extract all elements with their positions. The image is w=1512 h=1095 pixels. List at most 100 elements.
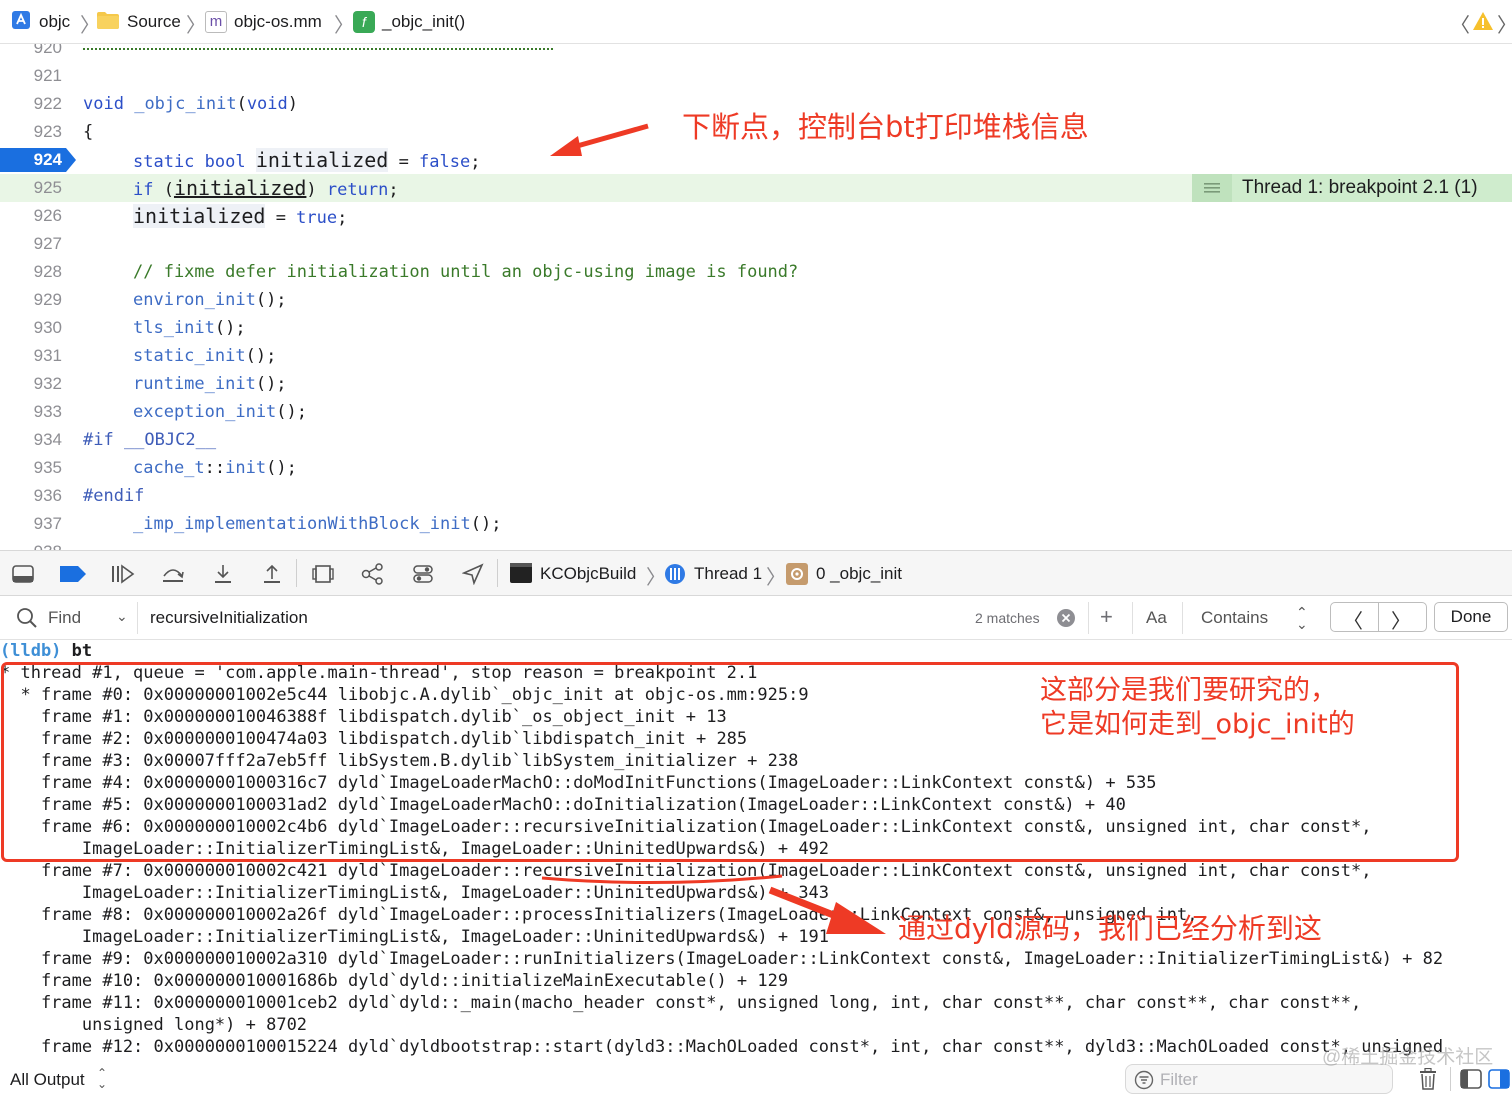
annotation-box-note-1: 这部分是我们要研究的， (1040, 675, 1337, 706)
source-editor[interactable]: 920 921 922 void _objc_init(void) 923 { … (0, 44, 1512, 550)
annotation-dyld-note: 通过dyld源码，我们已经分析到这 (898, 912, 1322, 945)
line-number: 937 (33, 514, 62, 533)
code-text: environ_init(); (133, 290, 287, 310)
function-icon: f (353, 11, 375, 33)
simulate-location-icon[interactable] (460, 561, 486, 587)
view-hierarchy-icon[interactable] (310, 561, 336, 587)
annotation-arrow (540, 866, 890, 951)
show-variables-icon[interactable] (1460, 1068, 1482, 1095)
updown-chevron-icon[interactable]: ⌃ ⌄ (1296, 605, 1308, 631)
code-line: 933 exception_init(); (0, 398, 1512, 426)
filter-placeholder: Filter (1160, 1070, 1198, 1089)
find-bar: Find ⌄ recursiveInitialization 2 matches… (0, 596, 1512, 640)
objc-file-icon: m (205, 11, 227, 33)
memory-graph-icon[interactable] (360, 561, 386, 587)
code-line: 937 _imp_implementationWithBlock_init(); (0, 510, 1512, 538)
annotation-box-note-2: 它是如何走到_objc_init的 (1040, 709, 1355, 740)
code-text: if (initialized) return; (133, 176, 399, 200)
chevron-right-icon: 〉 (334, 15, 354, 37)
console-line: frame #11: 0x000000010001ceb2 dyld`dyld:… (0, 993, 1362, 1013)
line-number: 923 (33, 122, 62, 141)
project-icon (10, 9, 32, 36)
line-number: 920 (33, 44, 62, 57)
toolbar-divider (296, 559, 297, 587)
add-pattern-button[interactable]: + (1100, 604, 1113, 630)
debug-console[interactable]: (lldb) bt * thread #1, queue = 'com.appl… (0, 640, 1512, 1064)
environment-overrides-icon[interactable] (410, 561, 436, 587)
crumb-function[interactable]: f _objc_init() (353, 11, 465, 33)
breakpoints-toggle-icon[interactable] (60, 561, 86, 587)
clear-search-icon[interactable] (1056, 608, 1076, 633)
code-line: 926 initialized = true; (0, 202, 1512, 230)
line-number: 933 (33, 402, 62, 421)
chevron-left-icon[interactable]: 〈 (1450, 9, 1470, 38)
line-number: 928 (33, 262, 62, 281)
comment-rule (83, 48, 553, 50)
line-number: 930 (33, 318, 62, 337)
trash-icon[interactable] (1418, 1067, 1438, 1095)
code-line-current: 925 if (initialized) return; Thread 1: b… (0, 174, 1512, 202)
toolbar-divider (497, 559, 498, 587)
code-text: runtime_init(); (133, 374, 287, 394)
code-line: 931 static_init(); (0, 342, 1512, 370)
stack-frame-icon (786, 563, 808, 590)
annotation-arrow (548, 120, 652, 167)
find-mode-label[interactable]: Find (48, 607, 81, 629)
divider (1132, 602, 1133, 634)
line-number: 924 (33, 150, 62, 169)
thread-badge[interactable]: Thread 1: breakpoint 2.1 (1) (1192, 174, 1512, 202)
match-style-select[interactable]: Contains (1201, 607, 1268, 629)
output-selector[interactable]: All Output (10, 1069, 85, 1091)
line-number: 926 (33, 206, 62, 225)
previous-match-icon[interactable]: 〈 (1343, 605, 1363, 634)
scheme-label[interactable]: KCObjcBuild (540, 563, 636, 585)
continue-icon[interactable] (110, 561, 136, 587)
done-button[interactable]: Done (1434, 602, 1508, 632)
chevron-right-icon: 〉 (646, 567, 666, 589)
line-number: 922 (33, 94, 62, 113)
crumb-project[interactable]: objc (10, 9, 71, 36)
watermark: @稀土掘金技术社区 (1322, 1047, 1494, 1068)
code-text: exception_init(); (133, 402, 308, 422)
line-number: 925 (33, 178, 62, 197)
updown-chevron-icon[interactable]: ⌃ ⌄ (97, 1067, 107, 1090)
case-sensitive-button[interactable]: Aa (1146, 607, 1167, 629)
line-number: 934 (33, 430, 62, 449)
crumb-label: objc-os.mm (234, 12, 322, 31)
filter-icon (1134, 1070, 1154, 1095)
console-line: unsigned long*) + 8702 (0, 1015, 308, 1035)
crumb-label: _objc_init() (382, 12, 466, 31)
step-over-icon[interactable] (160, 561, 186, 587)
line-number: 929 (33, 290, 62, 309)
next-match-icon[interactable]: 〉 (1391, 605, 1411, 634)
console-line: frame #12: 0x0000000100015224 dyld`dyldb… (0, 1037, 1444, 1057)
lines-icon (1192, 174, 1232, 202)
crumb-folder[interactable]: Source (96, 11, 181, 33)
code-text: void _objc_init(void) (83, 94, 299, 114)
code-line: 934 #if __OBJC2__ (0, 426, 1512, 454)
search-input[interactable]: recursiveInitialization (150, 607, 308, 629)
crumb-label: objc (39, 12, 71, 31)
chevron-down-icon[interactable]: ⌄ (116, 608, 128, 625)
code-text: _imp_implementationWithBlock_init(); (133, 514, 502, 534)
step-out-icon[interactable] (259, 561, 285, 587)
step-into-icon[interactable] (210, 561, 236, 587)
show-console-icon[interactable] (1488, 1068, 1510, 1095)
code-line-breakpoint: 924 static bool initialized = false; (0, 146, 1512, 174)
code-line: 927 (0, 230, 1512, 258)
code-line: 930 tls_init(); (0, 314, 1512, 342)
hide-debug-area-icon[interactable] (10, 561, 36, 587)
warning-icon[interactable] (1472, 10, 1494, 37)
search-icon (16, 607, 38, 634)
code-preprocessor: #endif (83, 486, 145, 506)
frame-label[interactable]: 0 _objc_init (816, 563, 902, 585)
code-line: 938 (0, 538, 1512, 550)
line-number: 932 (33, 374, 62, 393)
line-number: 935 (33, 458, 62, 477)
divider (1088, 602, 1089, 634)
line-number: 921 (33, 66, 62, 85)
code-line: 932 runtime_init(); (0, 370, 1512, 398)
thread-label[interactable]: Thread 1 (694, 563, 762, 585)
chevron-right-icon[interactable]: 〉 (1497, 9, 1512, 38)
crumb-file[interactable]: m objc-os.mm (205, 11, 322, 33)
